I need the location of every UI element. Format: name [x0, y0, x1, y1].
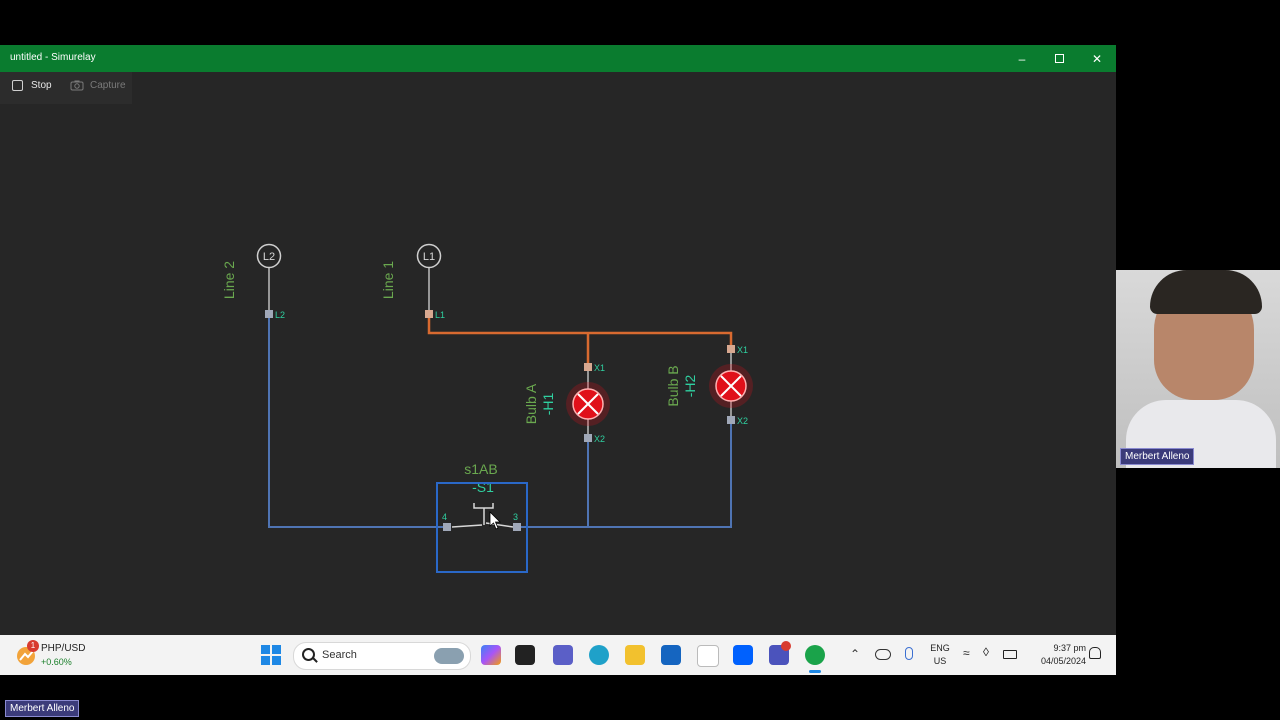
- windows-logo-icon: [261, 645, 281, 665]
- chevron-up-icon[interactable]: ⌃: [850, 647, 860, 661]
- bulb-a-x1-terminal[interactable]: [584, 363, 592, 371]
- bulb-a[interactable]: X1 X2 Bulb A -H1: [523, 363, 610, 444]
- webcam-feed: Merbert Alleno: [1116, 270, 1280, 468]
- notification-bell-icon[interactable]: [1089, 647, 1101, 659]
- dropbox-icon[interactable]: [733, 645, 753, 665]
- line1-label: Line 1: [380, 261, 396, 299]
- clock-time: 9:37 pm: [1053, 643, 1086, 653]
- supply-l2-label: L2: [263, 251, 275, 263]
- copilot-icon[interactable]: [481, 645, 501, 665]
- switch-tag: -S1: [472, 479, 494, 495]
- battery-icon[interactable]: [1003, 650, 1017, 659]
- supply-l1[interactable]: L1: [416, 243, 442, 269]
- wifi-icon[interactable]: ≈: [963, 646, 970, 660]
- supply-leads: [268, 268, 732, 435]
- bulb-a-x2-label: X2: [594, 434, 605, 444]
- bulb-b-x1-terminal[interactable]: [727, 345, 735, 353]
- terminal-l2[interactable]: [265, 310, 273, 318]
- teams-icon[interactable]: [553, 645, 573, 665]
- pushbutton-switch-s1[interactable]: s1AB -S1 4 3: [436, 461, 528, 573]
- taskbar-search[interactable]: Search: [293, 642, 471, 670]
- clock-date: 04/05/2024: [1040, 656, 1086, 666]
- search-placeholder: Search: [322, 649, 357, 661]
- bulb-b-x2-label: X2: [737, 416, 748, 426]
- language-indicator[interactable]: ENG US: [925, 642, 955, 668]
- mouse-cursor-icon: [489, 511, 501, 530]
- bulb-b-tag: -H2: [682, 375, 698, 398]
- terminal-l1[interactable]: [425, 310, 433, 318]
- switch-name: s1AB: [464, 461, 497, 477]
- neutral-wires: [268, 314, 732, 528]
- notification-dot-icon: [781, 641, 791, 651]
- edge-icon[interactable]: [589, 645, 609, 665]
- taskbar: 1 PHP/USD +0.60% Search ⌃ ENG US ≈ ◊ 9:3…: [0, 635, 1116, 675]
- bulb-b[interactable]: X1 X2 Bulb B -H2: [665, 345, 753, 426]
- terminal-l1-label: L1: [435, 310, 445, 320]
- live-wires: [427, 315, 733, 363]
- switch-terminal-4-label: 4: [442, 512, 447, 522]
- simurelay-app-icon[interactable]: [805, 645, 825, 665]
- bulb-b-x1-label: X1: [737, 345, 748, 355]
- widget-title: PHP/USD: [41, 643, 86, 654]
- bulb-a-x1-label: X1: [594, 363, 605, 373]
- bulb-a-name: Bulb A: [523, 383, 539, 424]
- bulb-b-x2-terminal[interactable]: [727, 416, 735, 424]
- search-highlight-icon: [434, 648, 464, 664]
- participant-name-tag: Merbert Alleno: [1120, 448, 1195, 465]
- pushbutton-symbol-icon: [451, 503, 514, 528]
- switch-terminal-3[interactable]: [513, 523, 521, 531]
- task-view-icon[interactable]: [515, 645, 535, 665]
- start-button[interactable]: [261, 645, 281, 665]
- clock[interactable]: 9:37 pm 04/05/2024: [1024, 642, 1086, 668]
- language-region: US: [933, 656, 947, 666]
- microphone-icon[interactable]: [905, 647, 913, 660]
- circuit-canvas[interactable]: L2 L1 Line 2 Line 1 L2 L1 X1 X2 Bulb A -…: [0, 45, 1116, 635]
- file-explorer-icon[interactable]: [625, 645, 645, 665]
- language-code: ENG: [930, 643, 950, 653]
- store-icon[interactable]: [661, 645, 681, 665]
- active-app-indicator: [809, 670, 821, 673]
- supply-l2[interactable]: L2: [256, 243, 282, 269]
- supply-l1-label: L1: [423, 251, 435, 263]
- switch-terminal-4[interactable]: [443, 523, 451, 531]
- participant-name-bottom: Merbert Alleno: [5, 700, 80, 717]
- weather-widget[interactable]: 1 PHP/USD +0.60%: [12, 640, 102, 670]
- line2-label: Line 2: [221, 261, 237, 299]
- widget-badge: 1: [27, 640, 39, 652]
- onedrive-icon[interactable]: [875, 649, 891, 660]
- bulb-b-name: Bulb B: [665, 365, 681, 406]
- bulb-a-x2-terminal[interactable]: [584, 434, 592, 442]
- app-window: untitled - Simurelay – ✕ Stop Capture L2…: [0, 45, 1116, 635]
- amazon-icon[interactable]: [697, 645, 719, 667]
- terminal-l2-label: L2: [275, 310, 285, 320]
- volume-icon[interactable]: ◊: [983, 645, 989, 659]
- bulb-a-tag: -H1: [540, 393, 556, 416]
- switch-terminal-3-label: 3: [513, 512, 518, 522]
- widget-change: +0.60%: [41, 657, 72, 667]
